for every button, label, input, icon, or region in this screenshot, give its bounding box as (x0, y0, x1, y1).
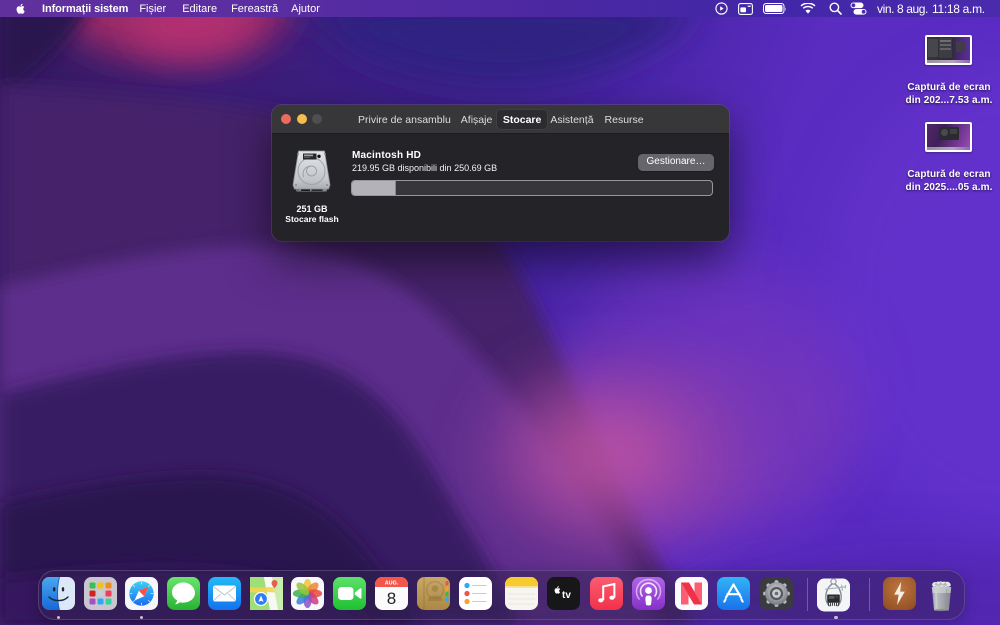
svg-text:8: 8 (386, 589, 395, 608)
svg-text:tv: tv (562, 590, 571, 601)
svg-text:AUG.: AUG. (384, 581, 398, 587)
